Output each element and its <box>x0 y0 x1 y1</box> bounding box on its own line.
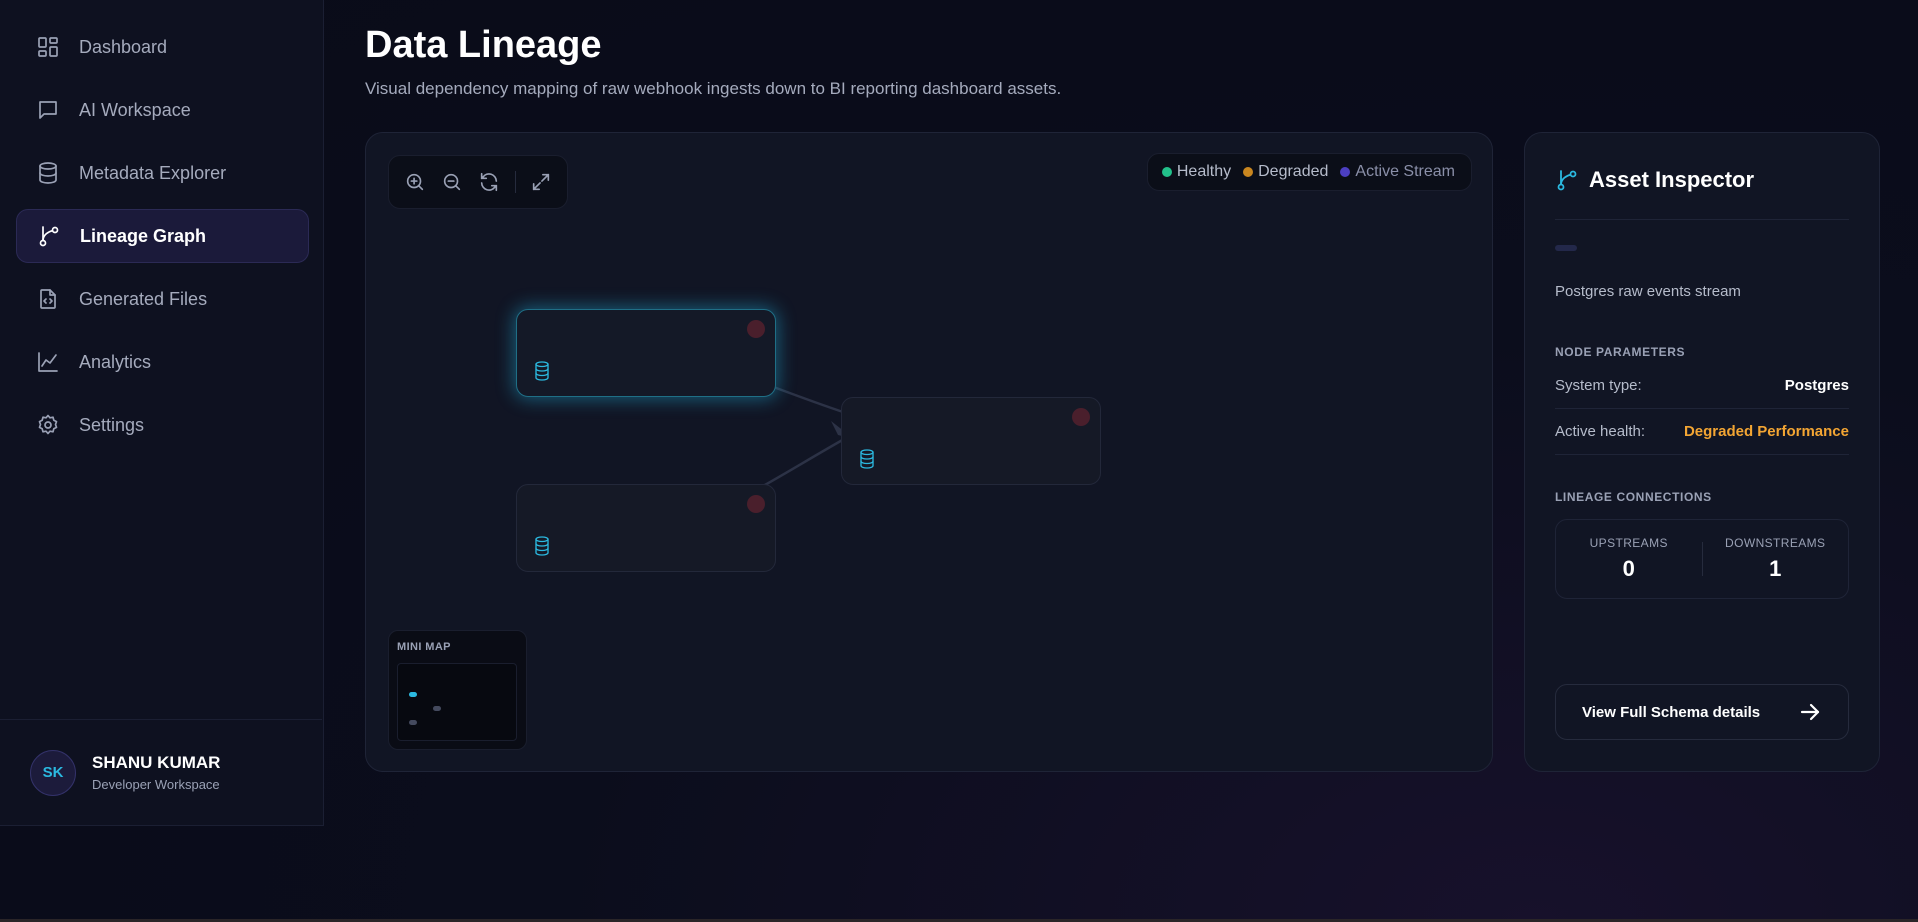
active-stream-dot <box>1340 167 1351 177</box>
view-schema-label: View Full Schema details <box>1582 703 1761 721</box>
sidebar-item-lineage-graph[interactable]: Lineage Graph <box>16 209 309 263</box>
upstreams-label: UPSTREAMS <box>1589 536 1668 550</box>
sidebar-item-label: Dashboard <box>79 36 168 57</box>
refresh-button[interactable] <box>478 164 501 200</box>
sidebar-item-ai-workspace[interactable]: AI Workspace <box>16 83 309 137</box>
lineage-node-postgres[interactable] <box>516 309 776 397</box>
status-badge <box>1555 245 1577 251</box>
sidebar: Dashboard AI Workspace Metadata Explorer… <box>0 0 324 826</box>
downstreams-count: 1 <box>1769 556 1782 581</box>
inspector-title: Asset Inspector <box>1589 167 1755 192</box>
sidebar-item-generated-files[interactable]: Generated Files <box>16 272 309 326</box>
chart-icon <box>38 352 58 372</box>
dashboard-icon <box>38 37 58 57</box>
database-icon <box>533 360 551 382</box>
mini-map-node <box>433 706 441 711</box>
sidebar-item-label: Metadata Explorer <box>79 162 227 183</box>
lineage-node-target[interactable] <box>841 397 1101 485</box>
status-dot <box>747 320 765 338</box>
mini-map-viewport <box>397 663 517 741</box>
status-dot <box>1072 408 1090 426</box>
legend-label: Healthy <box>1176 163 1232 180</box>
mini-map-node <box>409 692 417 697</box>
upstreams-count: 0 <box>1622 556 1635 581</box>
database-icon <box>39 162 57 184</box>
asset-inspector-panel: Asset Inspector Postgres raw events stre… <box>1524 132 1880 772</box>
database-icon <box>533 535 551 557</box>
node-parameters-title: NODE PARAMETERS <box>1555 345 1686 359</box>
toolbar-divider <box>515 171 516 193</box>
sidebar-item-label: Settings <box>79 414 145 435</box>
health-row: Active health: Degraded Performance <box>1555 408 1849 455</box>
fullscreen-icon <box>533 173 550 191</box>
lineage-connections-title: LINEAGE CONNECTIONS <box>1555 490 1712 504</box>
status-legend: Healthy Degraded Active Stream <box>1146 153 1472 191</box>
lineage-icon <box>1557 170 1577 191</box>
sidebar-item-label: Generated Files <box>79 288 208 309</box>
code-file-icon <box>40 289 56 309</box>
sidebar-item-analytics[interactable]: Analytics <box>16 335 309 389</box>
downstreams-label: DOWNSTREAMS <box>1725 536 1826 550</box>
lineage-canvas[interactable]: Healthy Degraded Active Stream MINI MAP <box>365 132 1493 772</box>
legend-label: Active Stream <box>1355 163 1455 180</box>
lineage-node-source-2[interactable] <box>516 484 776 572</box>
sidebar-item-label: Analytics <box>79 351 152 372</box>
legend-degraded: Degraded <box>1243 163 1328 181</box>
healthy-dot <box>1161 167 1172 177</box>
lineage-icon <box>39 226 59 247</box>
sidebar-nav: Dashboard AI Workspace Metadata Explorer… <box>16 20 309 461</box>
mini-map[interactable]: MINI MAP <box>388 630 527 750</box>
upstreams-stat: UPSTREAMS 0 <box>1556 536 1702 582</box>
connections-box: UPSTREAMS 0 DOWNSTREAMS 1 <box>1555 519 1849 599</box>
system-type-row: System type: Postgres <box>1555 362 1849 409</box>
zoom-in-icon <box>406 173 423 191</box>
page-subtitle: Visual dependency mapping of raw webhook… <box>365 79 1062 98</box>
status-dot <box>747 495 765 513</box>
sidebar-item-dashboard[interactable]: Dashboard <box>16 20 309 74</box>
arrow-right-icon <box>1800 703 1820 721</box>
system-type-value: Postgres <box>1784 376 1849 394</box>
gear-icon <box>38 414 58 435</box>
sidebar-item-label: Lineage Graph <box>80 225 207 246</box>
fullscreen-button[interactable] <box>530 164 553 200</box>
sidebar-item-label: AI Workspace <box>79 99 191 120</box>
profile-subtitle: Developer Workspace <box>92 777 220 792</box>
asset-description: Postgres raw events stream <box>1555 283 1741 300</box>
degraded-dot <box>1243 167 1254 177</box>
canvas-toolbar <box>388 155 568 209</box>
mini-map-title: MINI MAP <box>397 641 451 653</box>
view-schema-button[interactable]: View Full Schema details <box>1555 684 1849 740</box>
chat-icon <box>39 101 57 119</box>
divider <box>1555 219 1849 220</box>
zoom-out-button[interactable] <box>440 164 463 200</box>
zoom-out-icon <box>443 173 461 191</box>
user-profile[interactable]: SK SHANU KUMAR Developer Workspace <box>0 719 322 825</box>
system-type-label: System type: <box>1555 376 1642 394</box>
refresh-icon <box>481 172 498 192</box>
profile-name: SHANU KUMAR <box>92 753 221 772</box>
page-title: Data Lineage <box>365 24 602 66</box>
zoom-in-button[interactable] <box>403 164 426 200</box>
avatar: SK <box>30 749 76 796</box>
database-icon <box>858 448 876 470</box>
sidebar-item-metadata-explorer[interactable]: Metadata Explorer <box>16 146 309 200</box>
legend-healthy: Healthy <box>1161 163 1232 181</box>
health-label: Active health: <box>1555 422 1646 440</box>
legend-label: Degraded <box>1258 163 1329 180</box>
mini-map-node <box>409 720 417 725</box>
downstreams-stat: DOWNSTREAMS 1 <box>1703 536 1849 582</box>
legend-active-stream: Active Stream <box>1340 163 1455 181</box>
health-value: Degraded Performance <box>1683 422 1849 440</box>
sidebar-item-settings[interactable]: Settings <box>16 398 309 452</box>
